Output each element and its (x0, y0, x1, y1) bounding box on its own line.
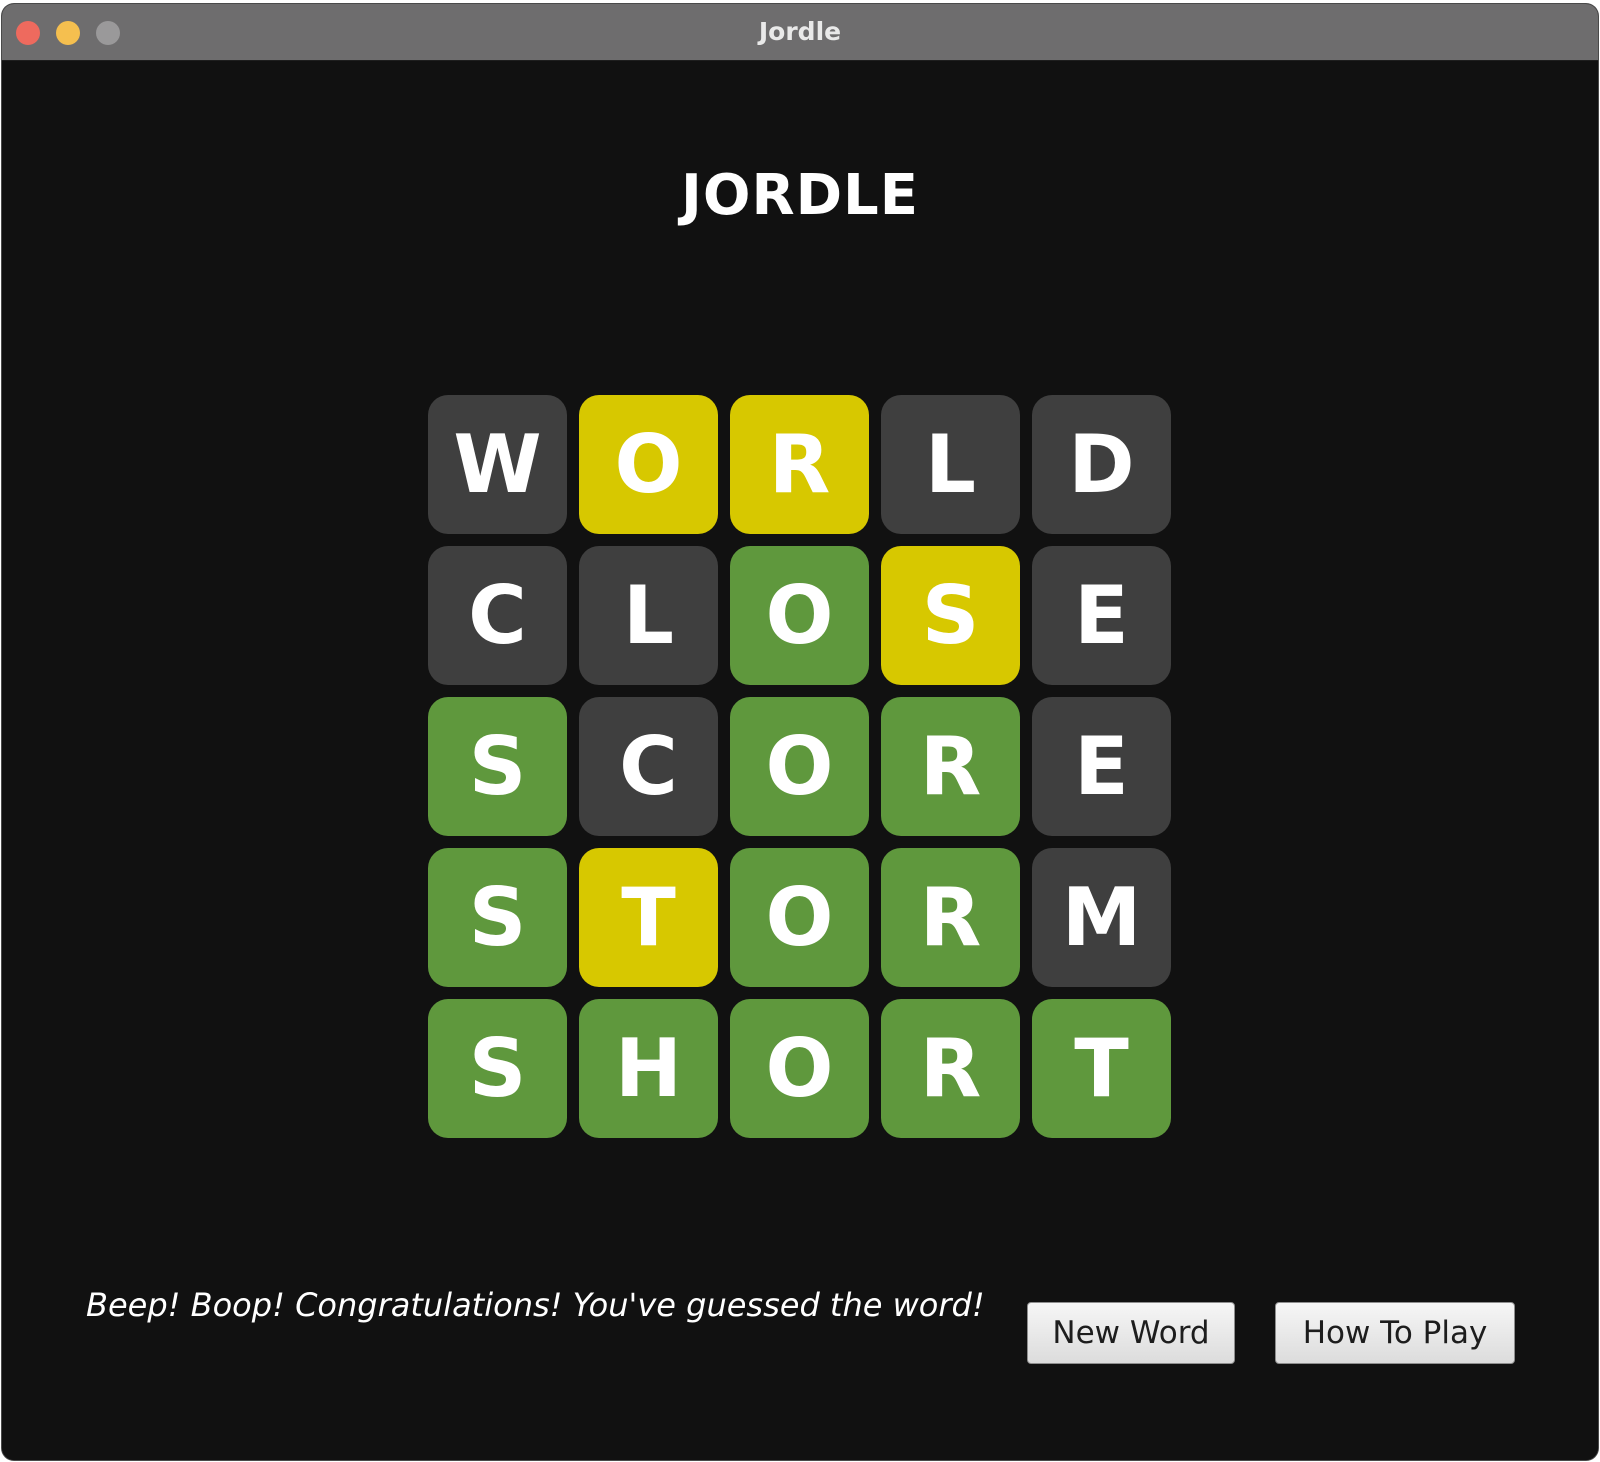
letter-tile: O (579, 395, 718, 534)
how-to-play-button[interactable]: How To Play (1275, 1302, 1515, 1364)
status-message: Beep! Boop! Congratulations! You've gues… (86, 1286, 985, 1324)
letter-tile: H (579, 999, 718, 1138)
game-title: JORDLE (681, 163, 919, 228)
letter-tile: R (881, 848, 1020, 987)
letter-tile: T (1032, 999, 1171, 1138)
new-word-button[interactable]: New Word (1027, 1302, 1235, 1364)
letter-tile: E (1032, 697, 1171, 836)
letter-tile: C (579, 697, 718, 836)
letter-tile: E (1032, 546, 1171, 685)
letter-tile: R (881, 697, 1020, 836)
guess-board: WORLDCLOSESCORESTORMSHORT (428, 395, 1173, 1138)
letter-tile: S (881, 546, 1020, 685)
letter-tile: O (730, 848, 869, 987)
letter-tile: T (579, 848, 718, 987)
letter-tile: O (730, 999, 869, 1138)
letter-tile: M (1032, 848, 1171, 987)
letter-tile: L (881, 395, 1020, 534)
letter-tile: O (730, 546, 869, 685)
letter-tile: O (730, 697, 869, 836)
letter-tile: S (428, 697, 567, 836)
app-window: Jordle JORDLE WORLDCLOSESCORESTORMSHORT … (2, 4, 1598, 1460)
letter-tile: S (428, 848, 567, 987)
title-bar[interactable]: Jordle (2, 4, 1598, 61)
window-title: Jordle (758, 17, 842, 46)
letter-tile: D (1032, 395, 1171, 534)
letter-tile: S (428, 999, 567, 1138)
game-content: JORDLE WORLDCLOSESCORESTORMSHORT Beep! B… (2, 61, 1598, 1460)
letter-tile: C (428, 546, 567, 685)
letter-tile: L (579, 546, 718, 685)
letter-tile: W (428, 395, 567, 534)
letter-tile: R (881, 999, 1020, 1138)
letter-tile: R (730, 395, 869, 534)
